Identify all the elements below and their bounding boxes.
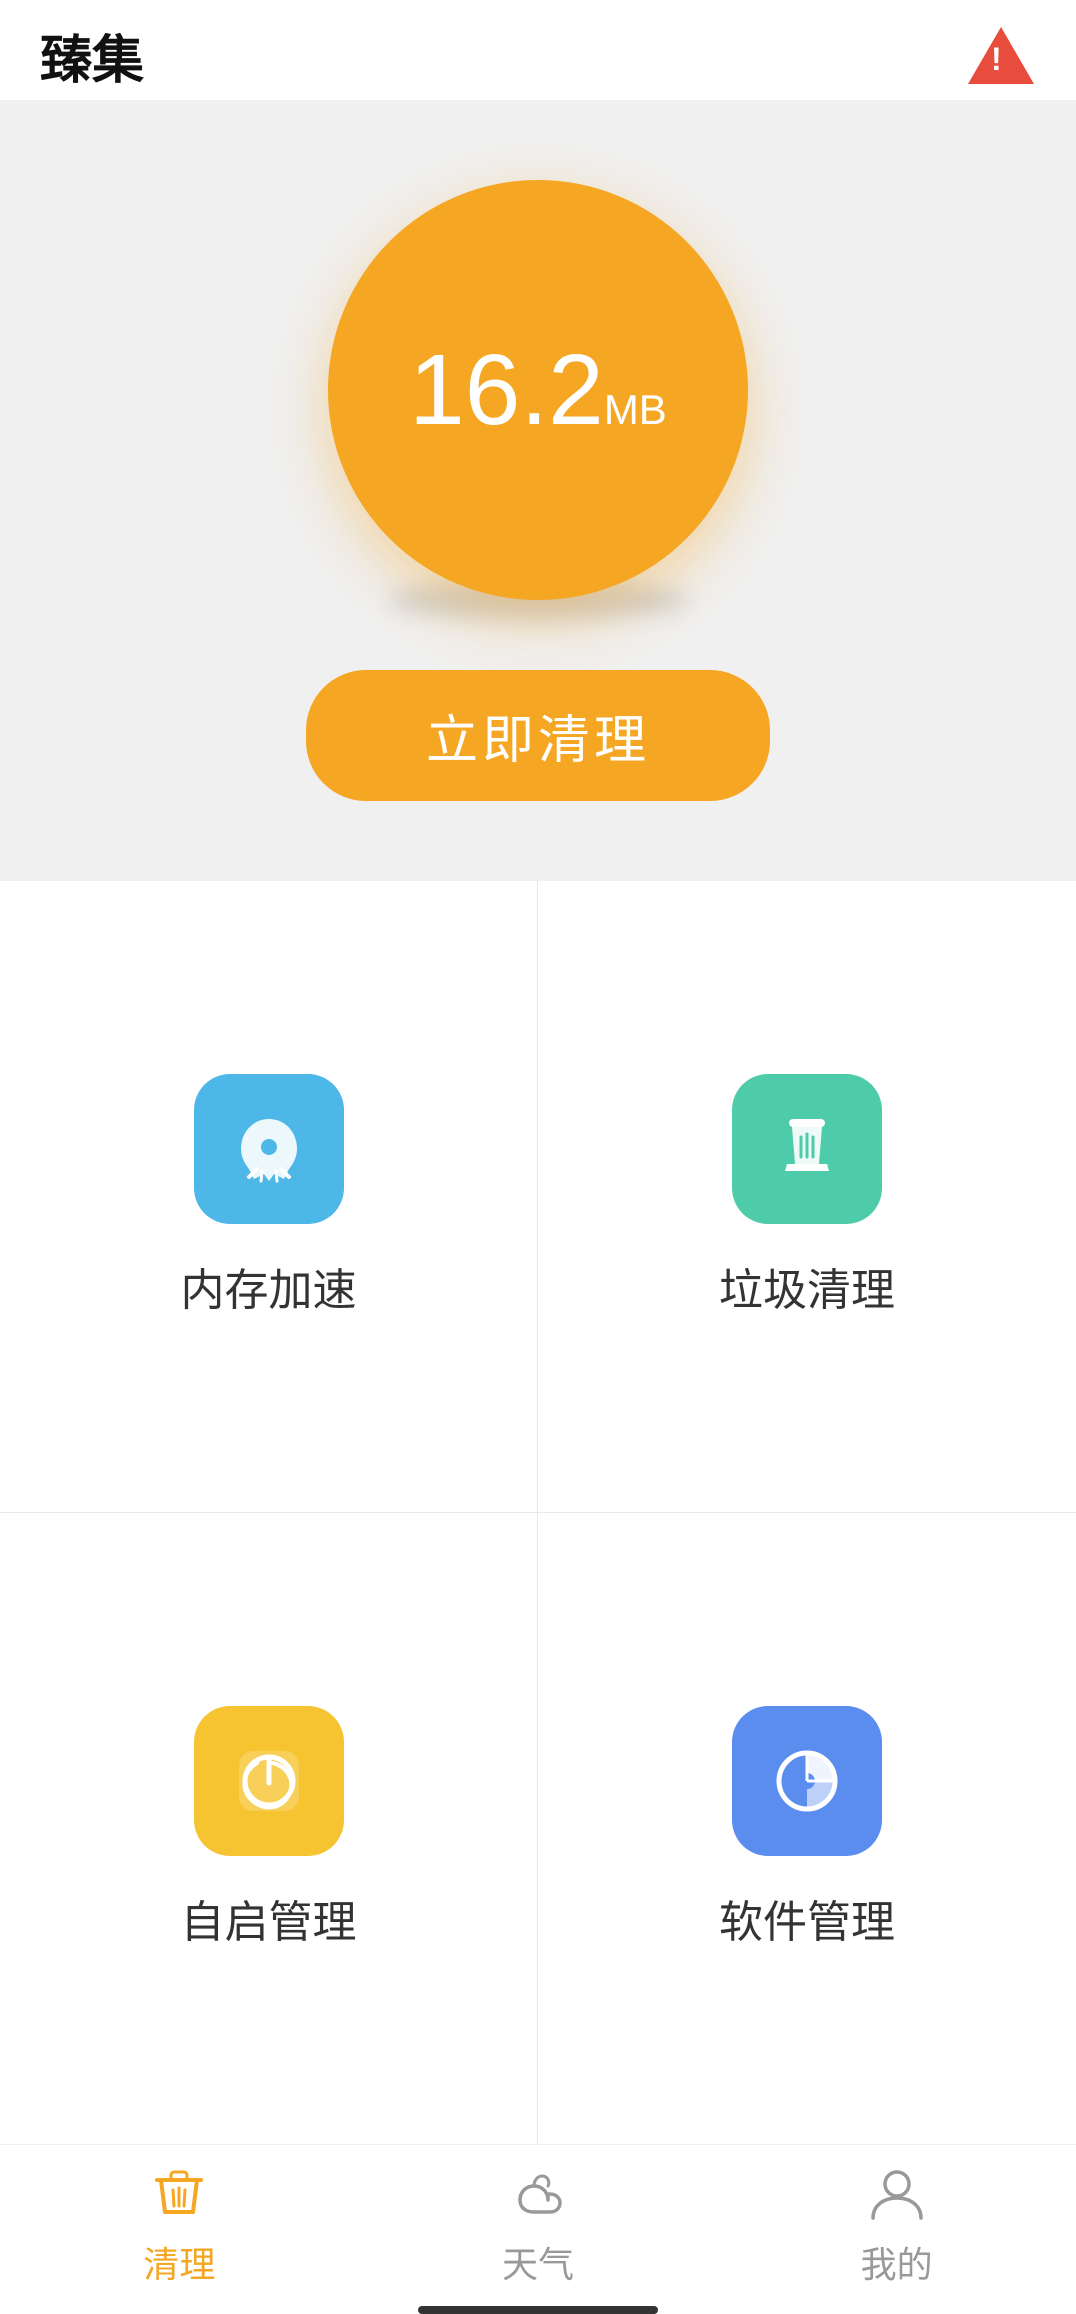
trash-clean-label: 垃圾清理 (719, 1254, 895, 1318)
storage-circle: 16.2MB (328, 180, 748, 600)
storage-circle-container: 16.2MB (328, 180, 748, 620)
nav-item-clean[interactable]: 清理 (0, 2162, 359, 2288)
software-mgmt-label: 软件管理 (719, 1886, 895, 1950)
bottom-navigation: 清理 天气 我的 (0, 2144, 1076, 2314)
nav-indicator (418, 2306, 658, 2314)
storage-value: 16.2 (409, 334, 604, 446)
software-mgmt-item[interactable]: 软件管理 (538, 1513, 1076, 2145)
warning-triangle-icon (968, 27, 1034, 84)
storage-unit: MB (604, 386, 667, 433)
clean-nav-icon (147, 2162, 211, 2226)
trash-clean-item[interactable]: 垃圾清理 (538, 881, 1076, 1513)
clean-now-button[interactable]: 立即清理 (306, 670, 770, 801)
power-icon (229, 1741, 309, 1821)
broom-icon (767, 1109, 847, 1189)
header: 臻集 (0, 0, 1076, 100)
alert-button[interactable] (966, 20, 1036, 90)
nav-mine-label: 我的 (861, 2236, 933, 2288)
nav-clean-label: 清理 (143, 2236, 215, 2288)
autostart-icon-bg (194, 1706, 344, 1856)
rocket-icon (229, 1109, 309, 1189)
feature-grid: 内存加速 垃圾清理 自启管理 (0, 881, 1076, 2144)
hero-section: 16.2MB 立即清理 (0, 100, 1076, 881)
software-icon-bg (732, 1706, 882, 1856)
autostart-label: 自启管理 (181, 1886, 357, 1950)
nav-item-weather[interactable]: 天气 (359, 2162, 718, 2288)
nav-weather-label: 天气 (502, 2236, 574, 2288)
storage-display: 16.2MB (409, 340, 667, 440)
memory-boost-item[interactable]: 内存加速 (0, 881, 538, 1513)
memory-boost-label: 内存加速 (181, 1254, 357, 1318)
mine-nav-icon (865, 2162, 929, 2226)
autostart-item[interactable]: 自启管理 (0, 1513, 538, 2145)
nav-item-mine[interactable]: 我的 (717, 2162, 1076, 2288)
memory-icon-bg (194, 1074, 344, 1224)
app-title: 臻集 (40, 18, 144, 93)
trash-icon-bg (732, 1074, 882, 1224)
weather-nav-icon (506, 2162, 570, 2226)
pie-chart-icon (767, 1741, 847, 1821)
